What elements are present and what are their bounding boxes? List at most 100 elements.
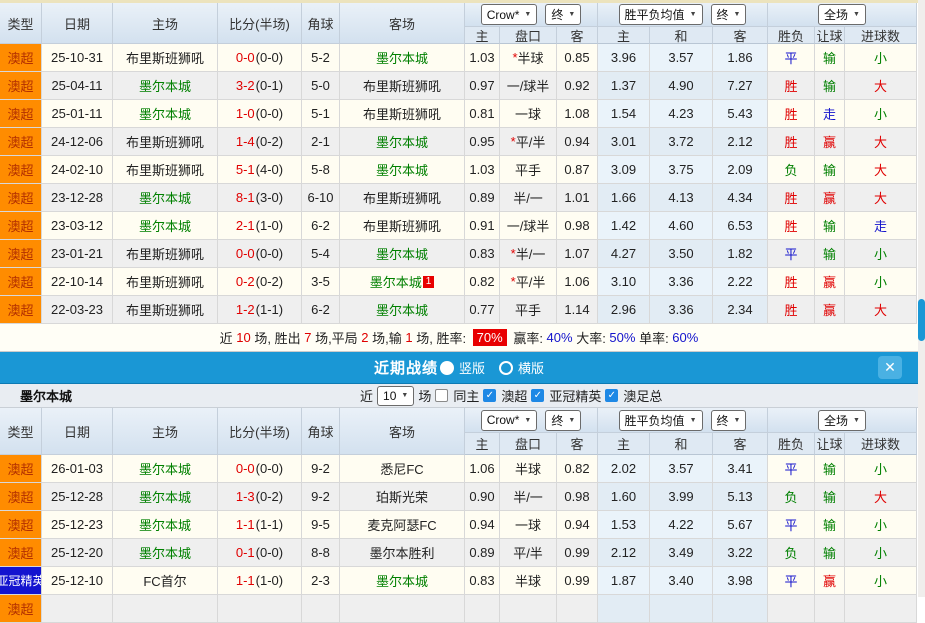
col-header-odds-away: 客 <box>557 27 598 44</box>
avg-home-cell: 3.01 <box>598 128 650 156</box>
away-odds-cell <box>557 595 598 623</box>
corners-cell: 5-1 <box>302 100 340 128</box>
league-cell: 澳超 <box>0 539 42 567</box>
league-checkbox-acl[interactable]: ✓ <box>531 389 544 402</box>
same-home-checkbox[interactable] <box>435 389 448 402</box>
recent-count-select[interactable]: 10 ▼ <box>377 386 414 406</box>
result-handicap-cell: 输 <box>815 44 845 72</box>
bookmaker-select[interactable]: Crow*▼ <box>481 4 538 25</box>
corners-cell: 5-2 <box>302 44 340 72</box>
date-cell: 24-12-06 <box>42 128 113 156</box>
team-title: 墨尔本城 <box>20 386 72 405</box>
summary-segment: 60% <box>672 330 698 345</box>
home-odds-cell: 1.03 <box>465 44 500 72</box>
result-goals-cell: 小 <box>845 567 917 595</box>
avg-away-cell: 7.27 <box>713 72 768 100</box>
avg-draw-cell: 3.75 <box>650 156 713 184</box>
final-1-select[interactable]: 终▼ <box>545 4 581 25</box>
result-wdl-cell <box>768 595 815 623</box>
away-team-cell: 墨尔本城 <box>340 44 465 72</box>
result-wdl-cell: 胜 <box>768 268 815 296</box>
recent-filter-bar: 墨尔本城 近 10 ▼ 场 同主 ✓ 澳超 ✓ 亚冠精英 ✓ 澳足总 <box>0 384 918 408</box>
result-wdl-cell: 负 <box>768 539 815 567</box>
league-cell: 澳超 <box>0 240 42 268</box>
scope-select[interactable]: 全场▼ <box>818 410 866 431</box>
result-wdl-cell: 胜 <box>768 128 815 156</box>
league-checkbox-cup[interactable]: ✓ <box>605 389 618 402</box>
date-cell: 23-01-21 <box>42 240 113 268</box>
result-goals-cell: 小 <box>845 100 917 128</box>
result-handicap-cell: 赢 <box>815 184 845 212</box>
summary-segment: 场, 胜率: <box>413 328 470 347</box>
avg-home-cell: 3.09 <box>598 156 650 184</box>
col-header-home: 主场 <box>113 3 218 44</box>
col-header-type: 类型 <box>0 408 42 455</box>
score-cell: 5-1(4-0) <box>218 156 302 184</box>
avg-draw-cell: 4.23 <box>650 100 713 128</box>
avg-draw-cell <box>650 595 713 623</box>
games-label: 场 <box>418 386 431 405</box>
date-cell <box>42 595 113 623</box>
bookmaker-select[interactable]: Crow*▼ <box>481 410 538 431</box>
average-select[interactable]: 胜平负均值▼ <box>619 410 703 431</box>
recent-count-value: 10 <box>383 389 396 403</box>
away-odds-cell: 0.99 <box>557 539 598 567</box>
home-team-cell: 墨尔本城 <box>113 100 218 128</box>
final-2-select[interactable]: 终▼ <box>711 4 747 25</box>
handicap-cell: 一/球半 <box>500 212 557 240</box>
league-cell: 澳超 <box>0 212 42 240</box>
away-odds-cell: 0.82 <box>557 455 598 483</box>
scrollbar-thumb[interactable] <box>918 299 925 341</box>
col-header-date: 日期 <box>42 3 113 44</box>
away-odds-cell: 0.94 <box>557 128 598 156</box>
col-header-result-goals: 进球数 <box>845 27 917 44</box>
group-wdl-average: 胜平负均值▼ 终▼ <box>598 3 768 27</box>
avg-away-cell: 3.98 <box>713 567 768 595</box>
col-header-result-wdl: 胜负 <box>768 433 815 455</box>
chevron-down-icon: ▼ <box>690 11 697 18</box>
radio-horizontal-label[interactable]: 横版 <box>518 358 544 377</box>
radio-vertical[interactable] <box>440 361 454 375</box>
average-select[interactable]: 胜平负均值▼ <box>619 4 703 25</box>
league-label-aleague: 澳超 <box>501 386 527 405</box>
col-header-home: 主场 <box>113 408 218 455</box>
away-team-cell: 墨尔本城 <box>340 240 465 268</box>
summary-segment: 场, 胜出 <box>251 328 304 347</box>
summary-segment: 赢率: <box>510 328 547 347</box>
result-handicap-cell: 输 <box>815 240 845 268</box>
away-team-cell: 麦克阿瑟FC <box>340 511 465 539</box>
summary-segment: 近 <box>220 328 237 347</box>
col-header-avg-home: 主 <box>598 27 650 44</box>
result-handicap-cell: 赢 <box>815 128 845 156</box>
scrollbar-track[interactable] <box>918 0 925 597</box>
col-header-type: 类型 <box>0 3 42 44</box>
radio-vertical-label[interactable]: 竖版 <box>459 358 485 377</box>
result-goals-cell: 走 <box>845 212 917 240</box>
result-wdl-cell: 胜 <box>768 212 815 240</box>
chevron-down-icon: ▼ <box>853 11 860 18</box>
away-team-cell: 悉尼FC <box>340 455 465 483</box>
home-team-cell: 布里斯班狮吼 <box>113 296 218 324</box>
corners-cell: 6-2 <box>302 296 340 324</box>
home-team-cell: 布里斯班狮吼 <box>113 268 218 296</box>
chevron-down-icon: ▼ <box>568 11 575 18</box>
radio-horizontal[interactable] <box>499 361 513 375</box>
date-cell: 22-03-23 <box>42 296 113 324</box>
corners-cell: 2-3 <box>302 567 340 595</box>
scope-select[interactable]: 全场▼ <box>818 4 866 25</box>
result-goals-cell: 小 <box>845 455 917 483</box>
league-checkbox-aleague[interactable]: ✓ <box>483 389 496 402</box>
close-button[interactable]: ✕ <box>878 356 902 379</box>
away-team-cell: 墨尔本城1 <box>340 268 465 296</box>
chevron-down-icon: ▼ <box>853 417 860 424</box>
result-goals-cell: 大 <box>845 296 917 324</box>
league-cell: 澳超 <box>0 100 42 128</box>
final-2-select[interactable]: 终▼ <box>711 410 747 431</box>
date-cell: 25-01-11 <box>42 100 113 128</box>
home-odds-cell: 0.91 <box>465 212 500 240</box>
avg-home-cell: 1.60 <box>598 483 650 511</box>
handicap-cell: 半球 <box>500 567 557 595</box>
col-header-date: 日期 <box>42 408 113 455</box>
avg-home-cell: 1.54 <box>598 100 650 128</box>
final-1-select[interactable]: 终▼ <box>545 410 581 431</box>
